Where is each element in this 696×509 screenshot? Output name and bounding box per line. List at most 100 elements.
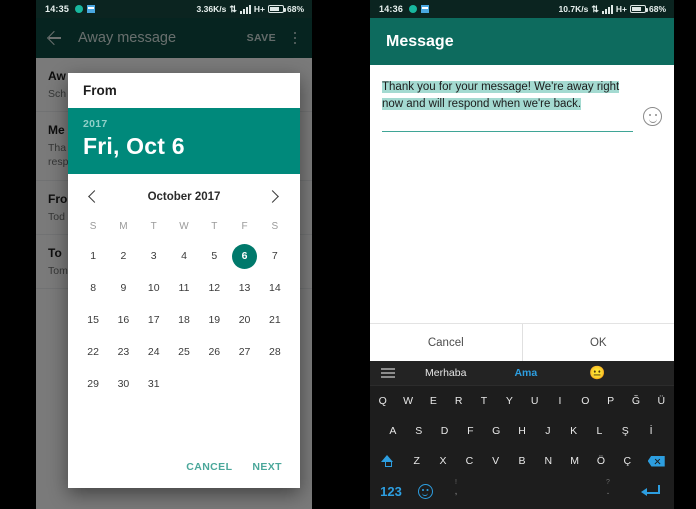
- calendar-day[interactable]: 1: [78, 240, 108, 272]
- calendar-day[interactable]: 19: [199, 304, 229, 336]
- key-ğ[interactable]: Ğ: [623, 395, 648, 407]
- key-n[interactable]: N: [535, 455, 561, 467]
- calendar-day[interactable]: 24: [139, 336, 169, 368]
- calendar-day-label: 28: [269, 346, 281, 358]
- shift-key[interactable]: [372, 454, 404, 468]
- calendar-day[interactable]: 22: [78, 336, 108, 368]
- right-phone-frame: 14:36 10.7K/s ⇅ H+ 68% Message Thank you…: [370, 0, 674, 509]
- calendar-day[interactable]: 23: [108, 336, 138, 368]
- prev-month-icon[interactable]: [84, 188, 102, 206]
- period-key[interactable]: ?.: [590, 479, 626, 497]
- key-m[interactable]: M: [561, 455, 587, 467]
- key-p[interactable]: P: [598, 395, 623, 407]
- next-month-icon[interactable]: [266, 188, 284, 206]
- key-o[interactable]: O: [573, 395, 598, 407]
- key-i[interactable]: I: [547, 395, 572, 407]
- suggestion-item[interactable]: Merhaba: [425, 367, 466, 379]
- space-key[interactable]: [474, 483, 590, 501]
- calendar-day[interactable]: 3: [139, 240, 169, 272]
- calendar-day-label: 31: [147, 378, 160, 390]
- comma-alt-label: !: [455, 479, 457, 486]
- selected-year[interactable]: 2017: [83, 118, 285, 130]
- key-k[interactable]: K: [561, 425, 587, 437]
- calendar-day[interactable]: 11: [169, 272, 199, 304]
- calendar-day[interactable]: 7: [260, 240, 290, 272]
- comma-key[interactable]: !,: [438, 479, 474, 497]
- calendar-day[interactable]: 29: [78, 368, 108, 400]
- status-time: 14:36: [379, 4, 404, 14]
- key-w[interactable]: W: [395, 395, 420, 407]
- calendar-day[interactable]: 5: [199, 240, 229, 272]
- key-g[interactable]: G: [483, 425, 509, 437]
- key-ö[interactable]: Ö: [588, 455, 614, 467]
- calendar-weekday: T: [211, 221, 218, 232]
- key-x[interactable]: X: [430, 455, 456, 467]
- status-network-speed: 10.7K/s: [558, 4, 589, 14]
- calendar-weekday: S: [89, 221, 97, 232]
- calendar-day[interactable]: 26: [199, 336, 229, 368]
- calendar-day[interactable]: 10: [139, 272, 169, 304]
- calendar-weekday: S: [271, 221, 279, 232]
- numeric-key[interactable]: 123: [370, 484, 412, 499]
- key-t[interactable]: T: [471, 395, 496, 407]
- key-f[interactable]: F: [457, 425, 483, 437]
- enter-key[interactable]: [626, 484, 674, 499]
- key-v[interactable]: V: [483, 455, 509, 467]
- calendar-day[interactable]: 28: [260, 336, 290, 368]
- calendar-day[interactable]: 20: [229, 304, 259, 336]
- calendar-day[interactable]: 21: [260, 304, 290, 336]
- status-network-type: H+: [615, 4, 627, 14]
- calendar-day[interactable]: 27: [229, 336, 259, 368]
- calendar-day[interactable]: 12: [199, 272, 229, 304]
- calendar-day[interactable]: 30: [108, 368, 138, 400]
- key-y[interactable]: Y: [497, 395, 522, 407]
- sync-arrows-icon: ⇅: [229, 4, 237, 14]
- calendar-day[interactable]: 13: [229, 272, 259, 304]
- notification-mail-icon: [421, 5, 430, 13]
- on-screen-keyboard: Merhaba Ama 😐 QWERTYUIOPĞÜ ASDFGHJKLŞİ Z…: [370, 361, 674, 509]
- calendar-day-selected[interactable]: 6: [229, 240, 259, 272]
- calendar-day[interactable]: 15: [78, 304, 108, 336]
- calendar-day[interactable]: 17: [139, 304, 169, 336]
- calendar-day[interactable]: 8: [78, 272, 108, 304]
- key-h[interactable]: H: [509, 425, 535, 437]
- calendar-day[interactable]: 25: [169, 336, 199, 368]
- cancel-button[interactable]: Cancel: [370, 324, 522, 361]
- key-j[interactable]: J: [535, 425, 561, 437]
- key-z[interactable]: Z: [404, 455, 430, 467]
- emoji-outline-icon[interactable]: [643, 107, 662, 126]
- calendar-day-label: 5: [211, 250, 218, 262]
- message-input[interactable]: Thank you for your message! We're away r…: [382, 79, 633, 112]
- suggestion-emoji-icon[interactable]: 😐: [589, 365, 605, 381]
- key-i̇[interactable]: İ: [638, 425, 664, 437]
- calendar-day[interactable]: 18: [169, 304, 199, 336]
- key-s[interactable]: S: [406, 425, 432, 437]
- key-l[interactable]: L: [587, 425, 613, 437]
- right-app-bar: Message: [370, 18, 674, 65]
- calendar-day[interactable]: 4: [169, 240, 199, 272]
- key-c[interactable]: C: [456, 455, 482, 467]
- key-ş[interactable]: Ş: [612, 425, 638, 437]
- ok-button[interactable]: OK: [523, 324, 675, 361]
- key-u[interactable]: U: [522, 395, 547, 407]
- calendar-day[interactable]: 31: [139, 368, 169, 400]
- key-q[interactable]: Q: [370, 395, 395, 407]
- suggestion-item[interactable]: Ama: [514, 367, 537, 379]
- selected-date[interactable]: Fri, Oct 6: [83, 133, 285, 160]
- key-a[interactable]: A: [380, 425, 406, 437]
- backspace-key[interactable]: [640, 455, 672, 467]
- calendar-day[interactable]: 2: [108, 240, 138, 272]
- calendar-day[interactable]: 9: [108, 272, 138, 304]
- calendar-day[interactable]: 16: [108, 304, 138, 336]
- next-button[interactable]: NEXT: [252, 461, 282, 473]
- key-b[interactable]: B: [509, 455, 535, 467]
- keyboard-menu-icon[interactable]: [381, 368, 395, 378]
- key-ü[interactable]: Ü: [649, 395, 674, 407]
- cancel-button[interactable]: CANCEL: [186, 461, 232, 473]
- key-d[interactable]: D: [432, 425, 458, 437]
- key-r[interactable]: R: [446, 395, 471, 407]
- key-e[interactable]: E: [421, 395, 446, 407]
- calendar-day[interactable]: 14: [260, 272, 290, 304]
- emoji-key[interactable]: [412, 484, 438, 499]
- key-ç[interactable]: Ç: [614, 455, 640, 467]
